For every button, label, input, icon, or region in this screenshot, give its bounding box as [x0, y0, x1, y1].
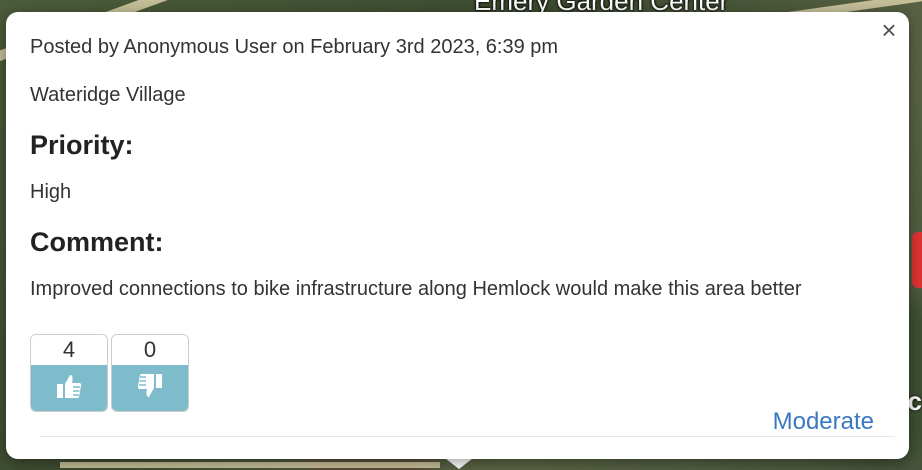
- popup-divider: [40, 436, 895, 437]
- priority-value: High: [30, 181, 72, 203]
- close-button[interactable]: ×: [877, 15, 901, 45]
- map-marker[interactable]: [912, 232, 922, 288]
- comment-heading: Comment:: [30, 227, 164, 257]
- location-name: Wateridge Village: [30, 84, 186, 106]
- upvote-count: 4: [31, 335, 107, 365]
- comment-text: Improved connections to bike infrastruct…: [30, 278, 802, 300]
- post-meta: Posted by Anonymous User on February 3rd…: [30, 36, 559, 58]
- upvote-button[interactable]: 4: [30, 334, 108, 412]
- downvote-count: 0: [112, 335, 188, 365]
- map-edge-label: c: [907, 386, 922, 416]
- downvote-button[interactable]: 0: [111, 334, 189, 412]
- thumbs-up-icon: [54, 371, 84, 406]
- vote-controls: 4 0: [30, 334, 189, 412]
- moderate-link[interactable]: Moderate: [773, 408, 874, 436]
- close-icon: ×: [881, 15, 897, 45]
- comment-popup: × Posted by Anonymous User on February 3…: [6, 12, 909, 459]
- downvote-icon-area: [112, 365, 188, 411]
- upvote-icon-area: [31, 365, 107, 411]
- priority-heading: Priority:: [30, 130, 134, 160]
- thumbs-down-icon: [135, 371, 165, 406]
- map-road: [60, 462, 440, 468]
